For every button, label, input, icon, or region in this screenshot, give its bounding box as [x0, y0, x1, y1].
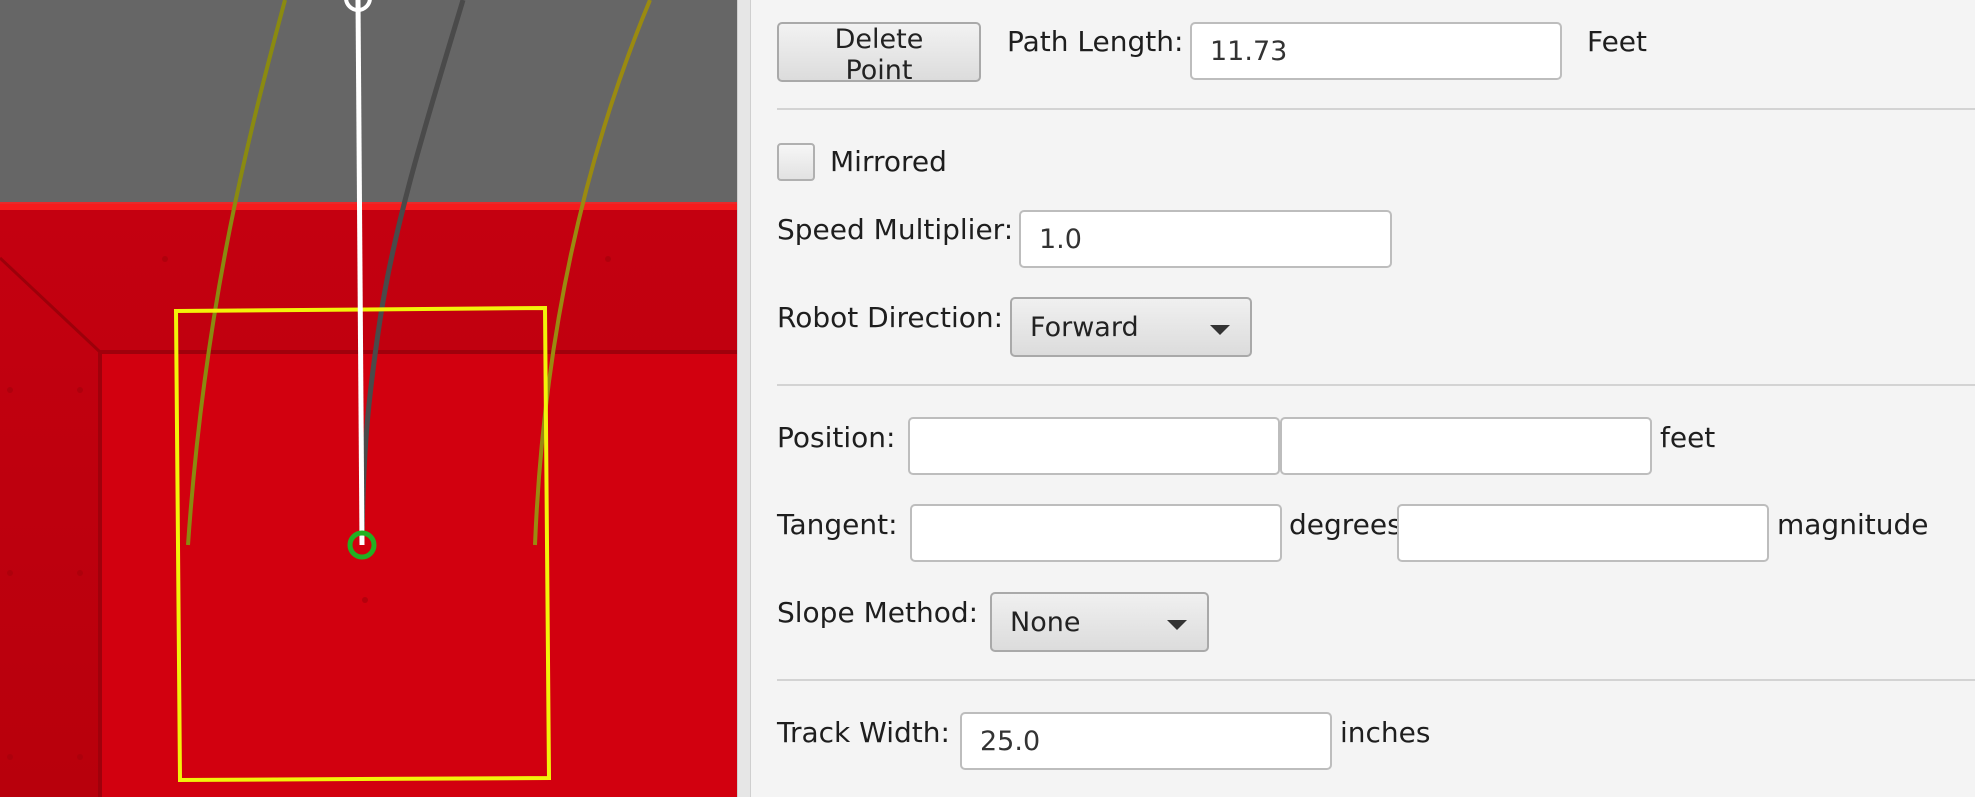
- path-length-unit: Feet: [1587, 25, 1648, 58]
- robot-direction-dropdown[interactable]: Forward: [1010, 297, 1252, 357]
- section-separator: [777, 679, 1975, 681]
- tangent-label: Tangent:: [777, 508, 898, 541]
- section-separator: [777, 108, 1975, 110]
- track-width-field[interactable]: [960, 712, 1332, 770]
- robot-direction-label: Robot Direction:: [777, 301, 1004, 334]
- path-length-field[interactable]: [1190, 22, 1562, 80]
- tangent-angle-unit: degrees: [1289, 508, 1402, 541]
- track-width-unit: inches: [1340, 716, 1431, 749]
- track-width-label: Track Width:: [777, 716, 950, 749]
- split-pane-divider[interactable]: [737, 0, 751, 797]
- position-x-field[interactable]: [908, 417, 1280, 475]
- speed-multiplier-label: Speed Multiplier:: [777, 213, 1014, 246]
- mirrored-label: Mirrored: [830, 145, 947, 178]
- delete-point-button[interactable]: Delete Point: [777, 22, 981, 86]
- tangent-magnitude-unit: magnitude: [1777, 508, 1929, 541]
- position-y-field[interactable]: [1280, 417, 1652, 475]
- slope-method-label: Slope Method:: [777, 596, 979, 629]
- point-editor-panel: Delete Point Path Length: Feet Mirrored …: [751, 0, 1975, 797]
- speed-multiplier-field[interactable]: [1019, 210, 1392, 268]
- tangent-angle-field[interactable]: [910, 504, 1282, 562]
- path-editor-window: Delete Point Path Length: Feet Mirrored …: [0, 0, 1975, 797]
- position-label: Position:: [777, 421, 896, 454]
- path-length-label: Path Length:: [1007, 25, 1184, 58]
- field-canvas[interactable]: [0, 0, 737, 797]
- field-panel: [102, 350, 737, 797]
- position-unit: feet: [1660, 421, 1716, 454]
- section-separator: [777, 384, 1975, 386]
- mirrored-checkbox[interactable]: [777, 143, 815, 181]
- slope-method-value: None: [1010, 607, 1081, 638]
- slope-method-dropdown[interactable]: None: [990, 592, 1209, 652]
- field-drawing: [0, 0, 737, 797]
- tangent-magnitude-field[interactable]: [1397, 504, 1769, 562]
- robot-direction-value: Forward: [1030, 312, 1139, 343]
- chevron-down-icon: [1210, 325, 1230, 335]
- chevron-down-icon: [1167, 620, 1187, 630]
- alliance-zone-edge: [0, 202, 737, 210]
